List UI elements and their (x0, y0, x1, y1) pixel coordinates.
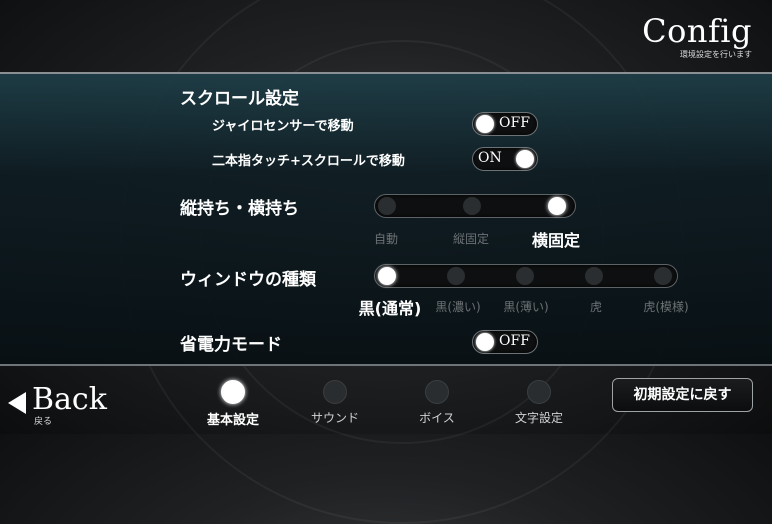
settings-panel (0, 72, 772, 366)
back-arrow-icon (8, 392, 26, 414)
window-stop-tiger-pattern[interactable] (654, 267, 672, 285)
orientation-option-portrait[interactable]: 縦固定 (453, 230, 489, 247)
orientation-stop-landscape[interactable] (548, 197, 566, 215)
scroll-settings-heading: スクロール設定 (180, 89, 299, 109)
tab-indicator (221, 380, 245, 404)
window-option-black-light[interactable]: 黒(薄い) (503, 298, 548, 315)
window-stop-tiger[interactable] (585, 267, 603, 285)
toggle-knob (516, 150, 534, 168)
window-stop-black-light[interactable] (516, 267, 534, 285)
orientation-option-landscape[interactable]: 横固定 (532, 227, 580, 251)
two-finger-label: 二本指タッチ+スクロールで移動 (212, 154, 405, 169)
page-title: Config (642, 12, 752, 50)
orientation-option-auto[interactable]: 自動 (374, 230, 398, 247)
tab-text-settings[interactable]: 文字設定 (489, 380, 589, 426)
orientation-stop-auto[interactable] (378, 197, 396, 215)
window-stop-black-dark[interactable] (447, 267, 465, 285)
gyro-toggle[interactable]: OFF (472, 112, 538, 136)
toggle-state-label: ON (478, 150, 502, 166)
back-sub-label: 戻る (34, 417, 53, 427)
page-header: Config 環境設定を行います (642, 14, 752, 60)
window-type-slider[interactable] (374, 264, 678, 288)
page-subtitle: 環境設定を行います (680, 50, 752, 59)
tab-label: 文字設定 (514, 411, 563, 425)
gyro-label: ジャイロセンサーで移動 (212, 119, 354, 134)
tab-sound[interactable]: サウンド (285, 380, 385, 426)
toggle-knob (476, 333, 494, 351)
tab-basic-settings[interactable]: 基本設定 (183, 380, 283, 428)
two-finger-toggle[interactable]: ON (472, 147, 538, 171)
tab-indicator (323, 380, 347, 404)
window-type-heading: ウィンドウの種類 (180, 270, 316, 290)
tab-voice[interactable]: ボイス (387, 380, 487, 426)
tab-label: ボイス (419, 411, 455, 425)
toggle-knob (476, 115, 494, 133)
toggle-state-label: OFF (499, 115, 530, 131)
window-option-black-dark[interactable]: 黒(濃い) (435, 298, 480, 315)
power-saving-toggle[interactable]: OFF (472, 330, 538, 354)
window-option-tiger[interactable]: 虎 (590, 298, 602, 315)
toggle-state-label: OFF (499, 333, 530, 349)
tab-label: 基本設定 (206, 413, 259, 428)
reset-defaults-button[interactable]: 初期設定に戻す (612, 378, 753, 412)
window-option-black[interactable]: 黒(通常) (359, 295, 422, 319)
orientation-heading: 縦持ち・横持ち (180, 199, 299, 219)
orientation-slider[interactable] (374, 194, 576, 218)
tab-indicator (425, 380, 449, 404)
tab-label: サウンド (310, 411, 359, 425)
back-label: Back (32, 382, 107, 417)
orientation-stop-portrait[interactable] (463, 197, 481, 215)
window-stop-black[interactable] (378, 267, 396, 285)
window-option-tiger-pattern[interactable]: 虎(模様) (643, 298, 688, 315)
power-saving-heading: 省電力モード (180, 335, 282, 355)
tab-indicator (527, 380, 551, 404)
